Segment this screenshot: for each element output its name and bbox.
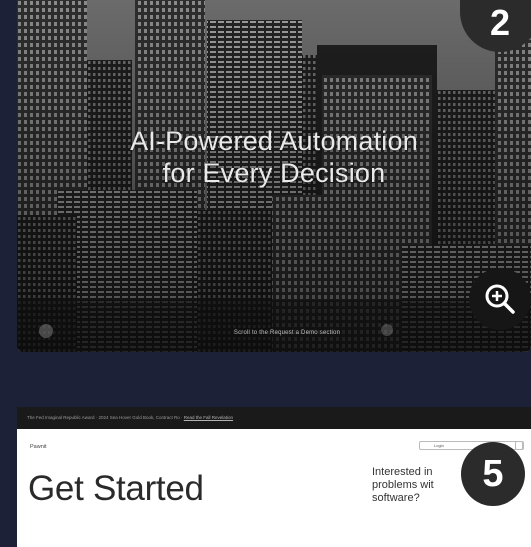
step-badge-5: 5 (461, 442, 525, 506)
chat-bubble-icon[interactable] (39, 324, 53, 338)
info-icon[interactable] (381, 324, 393, 336)
get-started-screenshot: Pawnit Login Get Started Interested in p… (17, 429, 531, 547)
page-heading: Get Started (28, 469, 204, 508)
announcement-text: The Fed Imaginal Republic Award · 2024 S… (27, 415, 183, 420)
zoom-in-icon (485, 284, 515, 314)
zoom-in-button[interactable] (469, 268, 531, 330)
announcement-strip: The Fed Imaginal Republic Award · 2024 S… (17, 407, 531, 429)
announcement-link[interactable]: Read the Fall Revelation (184, 415, 233, 420)
hero-title-line-1: AI-Powered Automation (130, 126, 418, 156)
hero-screenshot: AI-Powered Automation for Every Decision… (17, 0, 531, 352)
hero-title: AI-Powered Automation for Every Decision (17, 125, 531, 189)
menu-icon[interactable] (515, 441, 524, 450)
hero-title-line-2: for Every Decision (162, 158, 386, 188)
hero-caption: Scroll to the Request a Demo section (233, 330, 341, 336)
brand-logo[interactable]: Pawnit (30, 444, 47, 450)
